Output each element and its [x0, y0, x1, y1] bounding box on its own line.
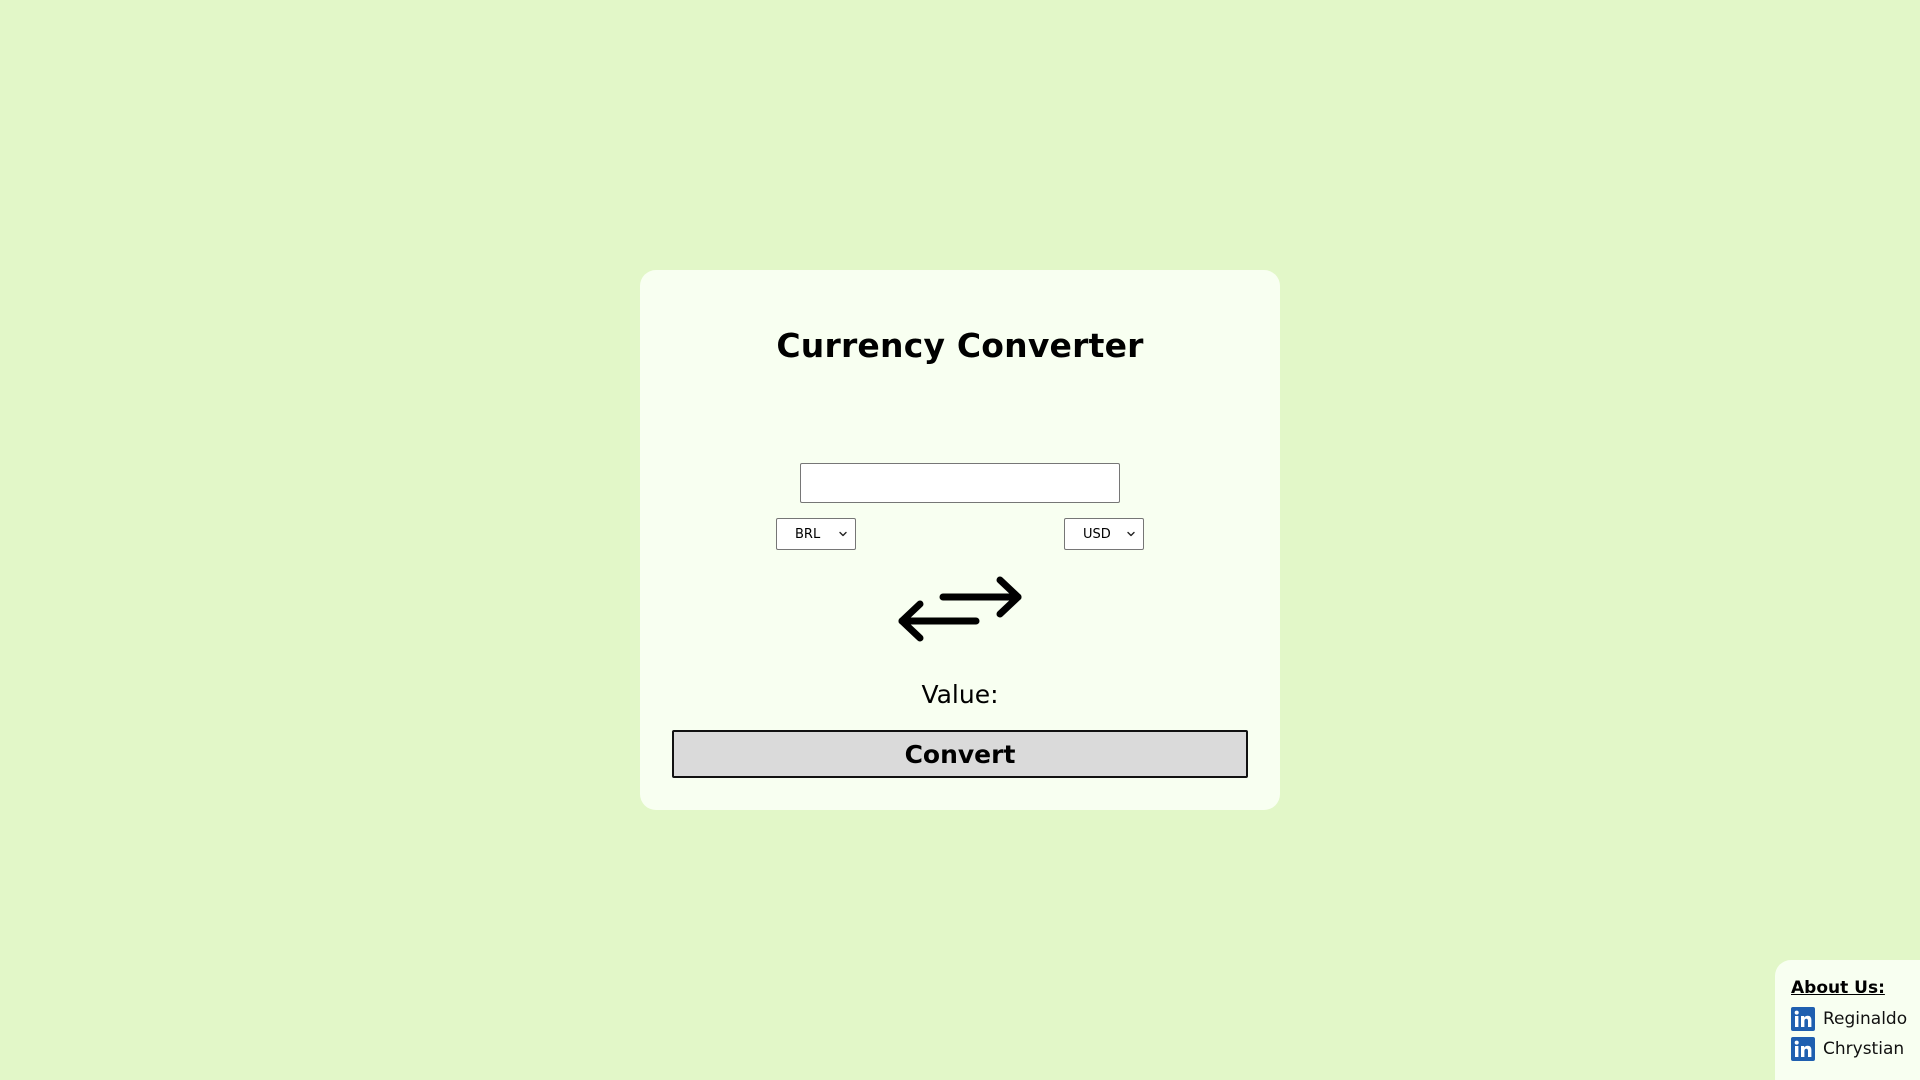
about-us-title: About Us: [1791, 978, 1885, 998]
converter-card: Currency Converter BRL USD Value: Conver… [640, 270, 1280, 810]
convert-button[interactable]: Convert [672, 730, 1248, 778]
value-label: Value: [921, 680, 999, 709]
from-currency-select[interactable]: BRL [776, 518, 856, 550]
linkedin-link-reginaldo[interactable]: Reginaldo [1823, 1009, 1907, 1029]
swap-arrows-icon[interactable] [894, 574, 1026, 654]
linkedin-link-chrystian[interactable]: Chrystian [1823, 1039, 1904, 1059]
linkedin-icon[interactable] [1791, 1007, 1815, 1031]
from-currency-value: BRL [795, 526, 821, 542]
page-title: Currency Converter [776, 326, 1144, 365]
chevron-down-icon [839, 531, 847, 537]
about-us-panel: About Us: Reginaldo Chrystian [1775, 960, 1920, 1080]
about-link-row: Reginaldo [1791, 1004, 1920, 1034]
to-currency-select[interactable]: USD [1064, 518, 1144, 550]
amount-input[interactable] [800, 463, 1120, 503]
linkedin-icon[interactable] [1791, 1037, 1815, 1061]
about-link-row: Chrystian [1791, 1034, 1920, 1064]
chevron-down-icon [1127, 531, 1135, 537]
to-currency-value: USD [1083, 526, 1111, 542]
